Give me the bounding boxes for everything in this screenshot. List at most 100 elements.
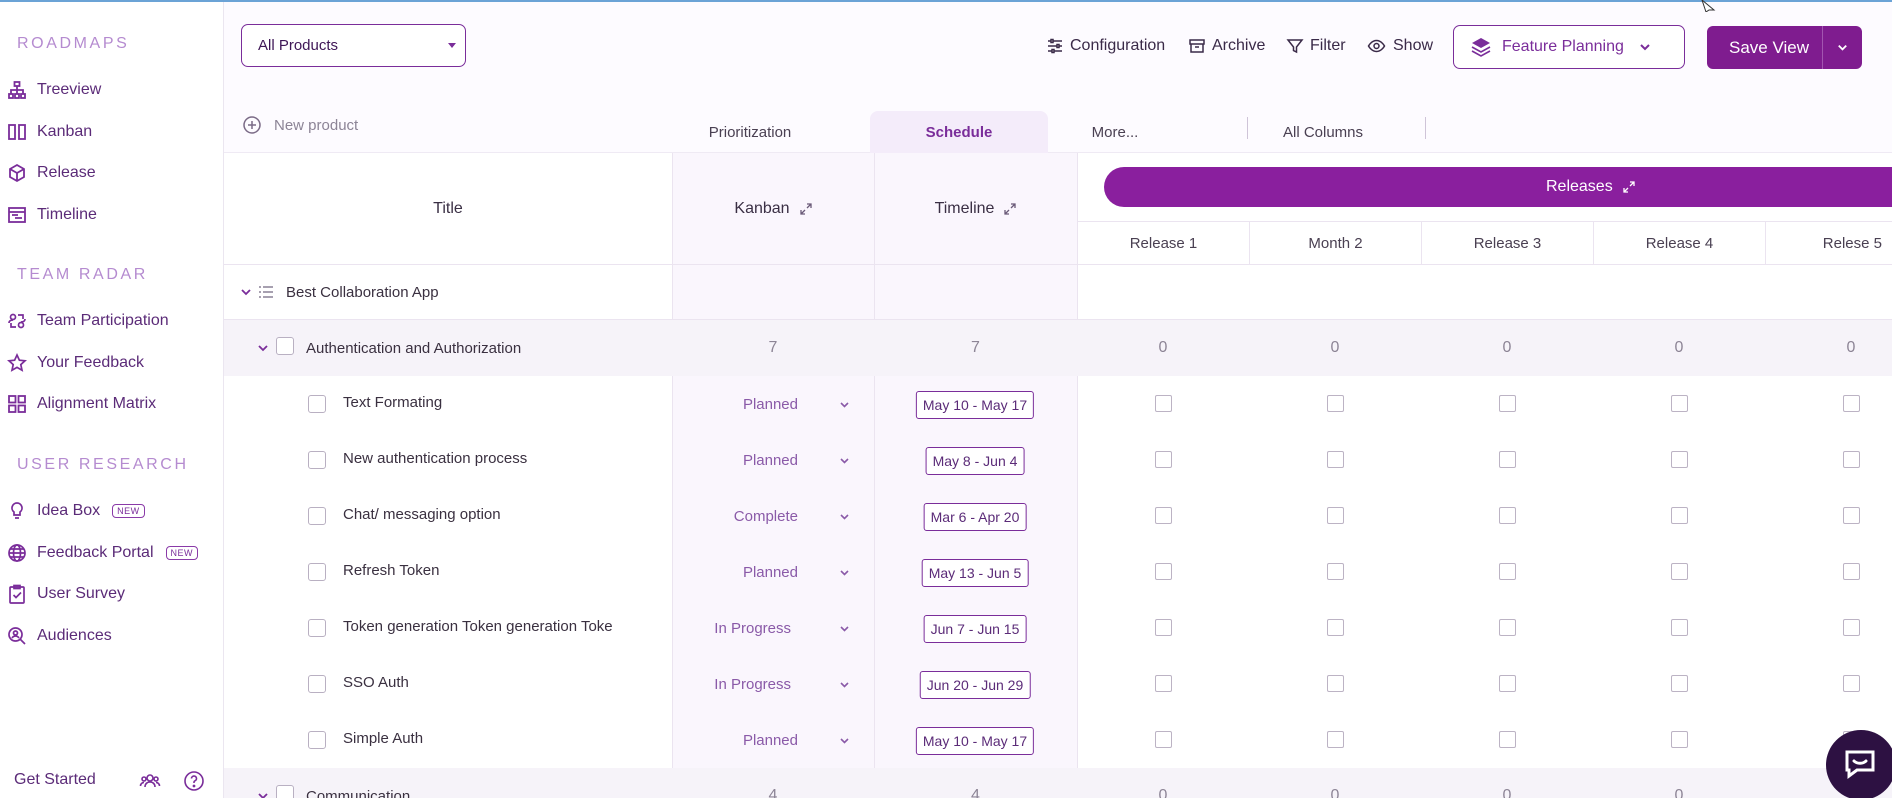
feature-row[interactable]: Simple Auth Planned May 10 - May 17 [224,712,1892,768]
release-checkbox[interactable] [1499,395,1516,412]
date-range-badge[interactable]: May 8 - Jun 4 [925,447,1025,475]
sidebar-item-team-participation[interactable]: Team Participation [0,304,224,338]
feature-title[interactable]: Chat/ messaging option [343,486,501,542]
column-header-title[interactable]: Title [224,153,672,264]
tab-schedule[interactable]: Schedule [870,111,1048,153]
status-select[interactable]: Planned [672,432,874,488]
release-checkbox[interactable] [1671,451,1688,468]
release-checkbox[interactable] [1843,395,1860,412]
expand-icon[interactable] [1623,181,1635,193]
configuration-button[interactable]: Configuration [1046,34,1165,58]
release-checkbox[interactable] [1327,563,1344,580]
view-select[interactable]: Feature Planning [1453,25,1685,69]
release-checkbox[interactable] [1327,675,1344,692]
status-select[interactable]: Planned [672,712,874,768]
release-checkbox[interactable] [1327,731,1344,748]
feature-title[interactable]: New authentication process [343,430,527,486]
group-checkbox[interactable] [276,785,294,798]
feature-title[interactable]: SSO Auth [343,654,409,710]
feature-row[interactable]: Token generation Token generation Toke In… [224,600,1892,656]
release-checkbox[interactable] [1843,563,1860,580]
feature-row[interactable]: Text Formating Planned May 10 - May 17 [224,376,1892,432]
release-checkbox[interactable] [1327,395,1344,412]
feature-checkbox[interactable] [308,451,326,469]
release-checkbox[interactable] [1671,507,1688,524]
sidebar-item-idea-box[interactable]: Idea Box NEW [0,494,224,528]
product-row[interactable]: Best Collaboration App [224,264,1892,320]
new-product-button[interactable]: New product [243,116,358,134]
date-range-badge[interactable]: Jun 7 - Jun 15 [923,615,1027,643]
save-view-button[interactable]: Save View [1707,26,1862,69]
release-checkbox[interactable] [1155,675,1172,692]
release-checkbox[interactable] [1155,731,1172,748]
group-row[interactable]: Communication 4 4 0 0 0 0 [224,768,1892,798]
column-header-timeline[interactable]: Timeline [874,153,1077,264]
date-range-badge[interactable]: May 10 - May 17 [915,727,1035,755]
release-checkbox[interactable] [1843,451,1860,468]
chat-button[interactable] [1826,730,1892,798]
release-checkbox[interactable] [1843,619,1860,636]
feature-checkbox[interactable] [308,675,326,693]
chevron-down-icon[interactable] [240,286,252,298]
status-select[interactable]: Planned [672,376,874,432]
feature-row[interactable]: SSO Auth In Progress Jun 20 - Jun 29 [224,656,1892,712]
feature-title[interactable]: Token generation Token generation Toke [343,598,613,654]
chevron-down-icon[interactable] [257,342,269,354]
sidebar-item-timeline[interactable]: Timeline [0,198,224,232]
status-select[interactable]: In Progress [672,656,874,712]
sidebar-item-user-survey[interactable]: User Survey [0,577,224,611]
release-column-header[interactable]: Month 2 [1249,222,1421,264]
release-checkbox[interactable] [1499,507,1516,524]
status-select[interactable]: Planned [672,544,874,600]
sidebar-item-alignment-matrix[interactable]: Alignment Matrix [0,387,224,421]
releases-header[interactable]: Releases [1104,167,1892,207]
date-range-badge[interactable]: May 13 - Jun 5 [921,559,1029,587]
release-checkbox[interactable] [1499,563,1516,580]
release-checkbox[interactable] [1671,731,1688,748]
release-column-header[interactable]: Release 1 [1077,222,1249,264]
release-checkbox[interactable] [1155,507,1172,524]
release-checkbox[interactable] [1671,619,1688,636]
release-checkbox[interactable] [1843,507,1860,524]
status-select[interactable]: Complete [672,488,874,544]
release-checkbox[interactable] [1671,675,1688,692]
release-checkbox[interactable] [1499,675,1516,692]
help-icon[interactable] [183,770,205,792]
get-started-link[interactable]: Get Started [14,771,96,789]
status-select[interactable]: In Progress [672,600,874,656]
sidebar-item-kanban[interactable]: Kanban [0,115,224,149]
feature-checkbox[interactable] [308,395,326,413]
feature-row[interactable]: Refresh Token Planned May 13 - Jun 5 [224,544,1892,600]
sidebar-item-treeview[interactable]: Treeview [0,73,224,107]
release-checkbox[interactable] [1327,507,1344,524]
tab-all-columns[interactable]: All Columns [1262,111,1384,153]
sidebar-item-your-feedback[interactable]: Your Feedback [0,346,224,380]
product-select[interactable]: All Products [241,24,466,67]
date-range-badge[interactable]: Jun 20 - Jun 29 [919,671,1031,699]
show-button[interactable]: Show [1366,34,1433,58]
feature-checkbox[interactable] [308,563,326,581]
release-checkbox[interactable] [1155,395,1172,412]
release-checkbox[interactable] [1155,619,1172,636]
sidebar-item-release[interactable]: Release [0,156,224,190]
filter-button[interactable]: Filter [1286,34,1346,58]
sidebar-item-feedback-portal[interactable]: Feedback Portal NEW [0,536,224,570]
release-checkbox[interactable] [1499,451,1516,468]
feature-checkbox[interactable] [308,731,326,749]
date-range-badge[interactable]: Mar 6 - Apr 20 [923,503,1027,531]
release-column-header[interactable]: Relese 5 [1765,222,1892,264]
release-checkbox[interactable] [1843,675,1860,692]
expand-icon[interactable] [799,202,812,215]
feature-row[interactable]: New authentication process Planned May 8 -… [224,432,1892,488]
release-checkbox[interactable] [1499,619,1516,636]
column-header-kanban[interactable]: Kanban [672,153,874,264]
release-checkbox[interactable] [1327,451,1344,468]
feature-title[interactable]: Simple Auth [343,710,423,766]
people-icon[interactable] [139,770,161,792]
feature-checkbox[interactable] [308,507,326,525]
release-checkbox[interactable] [1155,563,1172,580]
date-range-badge[interactable]: May 10 - May 17 [915,391,1035,419]
tab-prioritization[interactable]: Prioritization [680,111,820,153]
release-checkbox[interactable] [1327,619,1344,636]
group-row[interactable]: Authentication and Authorization 7 7 0 0… [224,320,1892,376]
